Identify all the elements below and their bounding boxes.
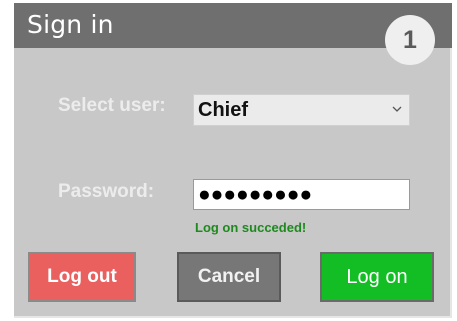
chevron-down-icon: [392, 106, 402, 112]
password-label: Password:: [58, 181, 155, 202]
user-select[interactable]: Chief: [193, 94, 410, 126]
log-out-button[interactable]: Log out: [28, 252, 136, 302]
cancel-button[interactable]: Cancel: [177, 252, 281, 302]
password-field[interactable]: ●●●●●●●●●: [193, 179, 410, 210]
select-user-label: Select user:: [58, 95, 166, 116]
dialog-title: Sign in: [27, 10, 114, 39]
log-on-button[interactable]: Log on: [320, 252, 434, 302]
user-select-value: Chief: [198, 99, 248, 121]
logon-status-message: Log on succeded!: [195, 220, 307, 235]
step-number-badge: 1: [385, 15, 435, 65]
